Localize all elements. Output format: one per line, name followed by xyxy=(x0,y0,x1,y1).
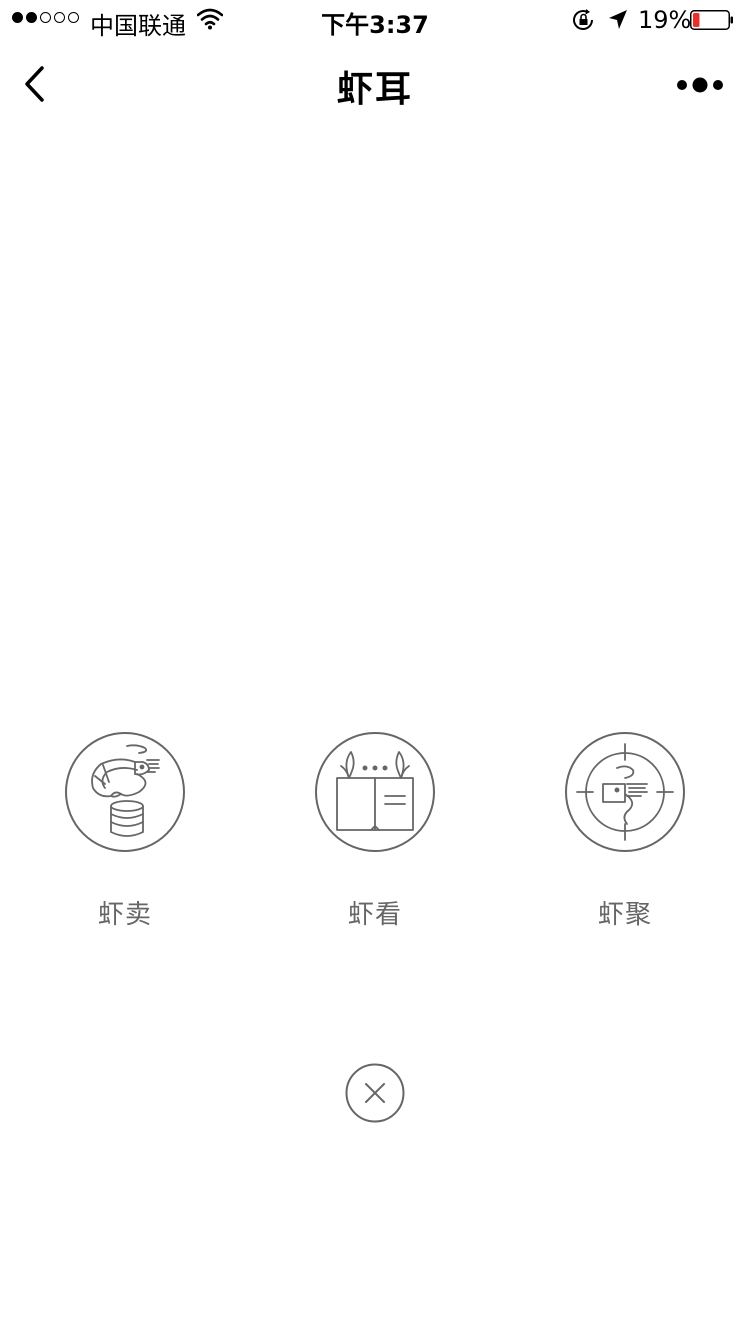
more-button[interactable] xyxy=(672,70,728,100)
menu-item-gather[interactable]: 虾聚 xyxy=(525,732,725,942)
close-icon xyxy=(345,1063,405,1123)
close-button[interactable] xyxy=(345,1063,405,1123)
location-arrow-icon xyxy=(609,10,627,29)
status-bar: 中国联通 下午3:37 19% xyxy=(0,0,750,40)
menu-item-sell[interactable]: 虾卖 xyxy=(25,732,225,942)
battery-icon xyxy=(690,10,733,30)
menu-label-view: 虾看 xyxy=(347,900,402,930)
menu-label-sell: 虾卖 xyxy=(97,900,152,930)
page-title: 虾耳 xyxy=(336,69,413,110)
navigation-bar: 虾耳 xyxy=(0,40,750,128)
open-book-icon xyxy=(315,732,435,852)
battery-percentage: 19% xyxy=(638,6,692,34)
shrimp-coins-icon xyxy=(65,732,185,852)
rotation-lock-icon xyxy=(573,9,593,30)
menu-label-gather: 虾聚 xyxy=(597,900,652,930)
menu-item-view[interactable]: 虾看 xyxy=(275,732,475,942)
more-dots-icon xyxy=(677,77,723,93)
target-shrimp-icon xyxy=(565,732,685,852)
